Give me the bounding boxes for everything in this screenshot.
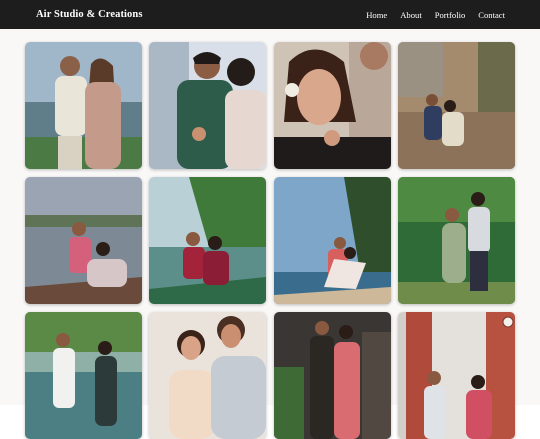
gallery-photo-11[interactable] bbox=[274, 312, 391, 439]
gallery-photo-1[interactable] bbox=[25, 42, 142, 169]
gallery-photo-3[interactable] bbox=[274, 42, 391, 169]
gallery-photo-4[interactable] bbox=[398, 42, 515, 169]
gallery-photo-6[interactable] bbox=[149, 177, 266, 304]
nav-contact-link[interactable]: Contact bbox=[478, 10, 505, 20]
gallery-photo-8[interactable] bbox=[398, 177, 515, 304]
gallery-photo-9[interactable] bbox=[25, 312, 142, 439]
gallery-photo-7[interactable] bbox=[274, 177, 391, 304]
gallery-photo-12[interactable] bbox=[398, 312, 515, 439]
gallery-photo-2[interactable] bbox=[149, 42, 266, 169]
brand-logo[interactable]: Air Studio & Creations bbox=[36, 9, 143, 20]
nav-home-link[interactable]: Home bbox=[366, 10, 387, 20]
nav-portfolio-link[interactable]: Portfolio bbox=[435, 10, 466, 20]
photo-gallery bbox=[0, 29, 540, 439]
site-header: Air Studio & Creations Home About Portfo… bbox=[0, 0, 540, 29]
main-nav: Home About Portfolio Contact bbox=[366, 10, 505, 20]
gallery-photo-10[interactable] bbox=[149, 312, 266, 439]
nav-about-link[interactable]: About bbox=[400, 10, 421, 20]
gallery-photo-5[interactable] bbox=[25, 177, 142, 304]
